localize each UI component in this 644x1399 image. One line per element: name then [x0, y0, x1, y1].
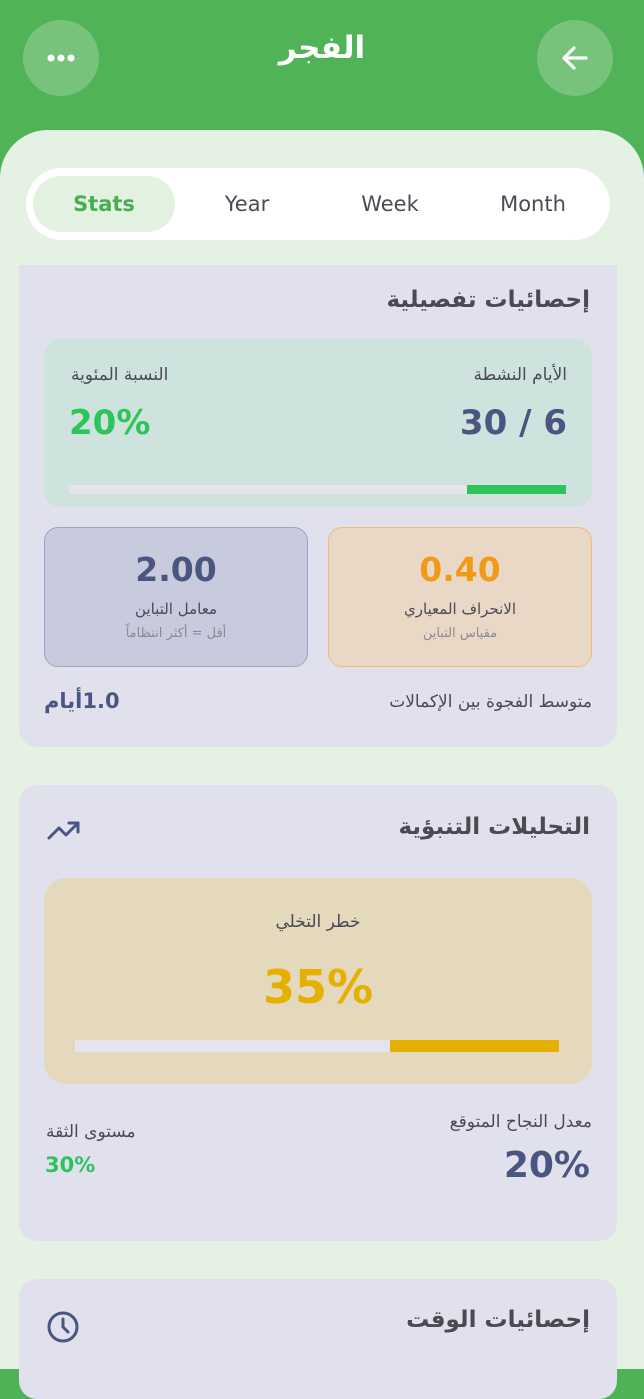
- cv-label: معامل التباين: [135, 600, 217, 618]
- gap-value: 1.0أيام: [44, 689, 120, 713]
- arrow-left-icon: [562, 46, 588, 70]
- back-button[interactable]: [537, 20, 613, 96]
- percent-value: 20%: [69, 403, 151, 443]
- std-dev-sub: مقياس التباين: [422, 626, 498, 641]
- time-stats-card: إحصائيات الوقت: [19, 1279, 617, 1399]
- cv-box: 2.00 معامل التباين أقل = أكثر انتظاماً: [44, 527, 308, 667]
- active-days-label: الأيام النشطة: [473, 365, 567, 385]
- risk-label: خطر التخلي: [275, 912, 361, 932]
- risk-progress-fill: [389, 1040, 559, 1052]
- detailed-stats-card: إحصائيات تفصيلية الأيام النشطة 30 / 6 ال…: [19, 265, 617, 747]
- abandon-risk-panel: خطر التخلي 35%: [44, 878, 592, 1084]
- std-dev-value: 0.40: [419, 550, 501, 589]
- time-stats-title: إحصائيات الوقت: [406, 1307, 590, 1333]
- tab-year[interactable]: Year: [176, 176, 318, 232]
- gap-label: متوسط الفجوة بين الإكمالات: [389, 692, 592, 712]
- risk-progress: [75, 1040, 559, 1052]
- cv-value: 2.00: [135, 550, 217, 589]
- confidence-label: مستوى الثقة: [46, 1122, 136, 1142]
- period-tabs: Stats Year Week Month: [26, 168, 610, 240]
- std-dev-label: الانحراف المعياري: [403, 600, 517, 618]
- tab-stats[interactable]: Stats: [33, 176, 175, 232]
- confidence-value: 30%: [45, 1153, 96, 1177]
- std-dev-box: 0.40 الانحراف المعياري مقياس التباين: [328, 527, 592, 667]
- tab-week[interactable]: Week: [319, 176, 461, 232]
- predictive-title: التحليلات التنبؤية: [398, 814, 590, 840]
- tab-month[interactable]: Month: [462, 176, 604, 232]
- percent-label: النسبة المئوية: [71, 365, 169, 385]
- predictive-card: التحليلات التنبؤية خطر التخلي 35% معدل ا…: [19, 785, 617, 1241]
- trending-up-icon: [47, 821, 80, 840]
- active-days-panel: الأيام النشطة 30 / 6 النسبة المئوية 20%: [44, 339, 592, 507]
- success-label: معدل النجاح المتوقع: [449, 1112, 592, 1132]
- active-days-value: 30 / 6: [459, 403, 567, 443]
- active-days-progress-fill: [466, 485, 566, 494]
- risk-value: 35%: [262, 960, 374, 1014]
- active-days-progress: [69, 485, 566, 494]
- clock-icon: [47, 1311, 79, 1343]
- cv-sub: أقل = أكثر انتظاماً: [125, 626, 227, 641]
- success-value: 20%: [503, 1145, 590, 1186]
- detailed-stats-title: إحصائيات تفصيلية: [386, 287, 590, 313]
